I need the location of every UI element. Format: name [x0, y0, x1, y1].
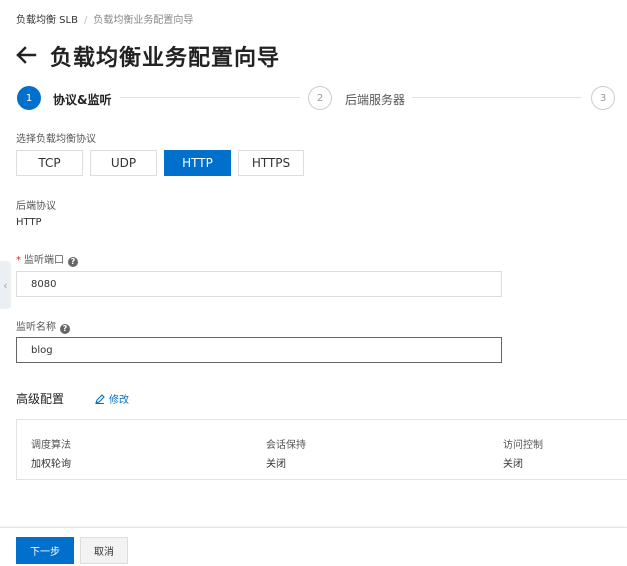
listener-name-label-row: 监听名称?	[16, 318, 70, 334]
page-title: 负载均衡业务配置向导	[50, 46, 281, 71]
question-circle-icon[interactable]: ?	[60, 324, 70, 334]
advanced-edit-link[interactable]: 修改	[95, 391, 129, 406]
protocol-http-button[interactable]: HTTP	[164, 150, 231, 176]
step-1-label: 协议&监听	[53, 93, 112, 107]
next-step-button[interactable]: 下一步	[16, 537, 74, 564]
required-asterisk: *	[16, 255, 21, 266]
protocol-udp-button[interactable]: UDP	[90, 150, 157, 176]
step-2-circle: 2	[308, 86, 332, 110]
protocol-https-button[interactable]: HTTPS	[238, 150, 304, 176]
listen-port-label-row: * 监听端口?	[16, 251, 78, 267]
question-circle-icon[interactable]: ?	[68, 257, 78, 267]
adv-item-value: 关闭	[503, 459, 523, 470]
pencil-icon	[95, 393, 105, 404]
step-3-circle: 3	[591, 86, 615, 110]
backend-protocol-value: HTTP	[16, 217, 42, 228]
adv-item-access-control: 访问控制 关闭	[503, 436, 543, 470]
adv-item-scheduling: 调度算法 加权轮询	[31, 436, 71, 470]
breadcrumb-current: 负载均衡业务配置向导	[93, 15, 194, 26]
cancel-button[interactable]: 取消	[80, 537, 128, 564]
advanced-edit-label: 修改	[109, 395, 129, 406]
chevron-left-icon: ‹	[3, 278, 8, 292]
advanced-config-panel: 调度算法 加权轮询 会话保持 关闭 访问控制 关闭	[16, 419, 627, 480]
breadcrumb-root-link[interactable]: 负载均衡 SLB	[16, 15, 78, 26]
breadcrumb: 负载均衡 SLB / 负载均衡业务配置向导	[16, 11, 193, 26]
adv-item-key: 会话保持	[266, 440, 306, 451]
protocol-label: 选择负载均衡协议	[16, 134, 96, 145]
step-2-label: 后端服务器	[345, 93, 406, 107]
step-connector	[120, 97, 300, 98]
breadcrumb-separator: /	[83, 15, 88, 26]
listener-name-input[interactable]: blog	[16, 337, 502, 363]
listen-port-label: 监听端口	[24, 255, 64, 266]
collapse-handle[interactable]: ‹	[0, 261, 11, 309]
advanced-config-title: 高级配置	[16, 392, 65, 406]
arrow-left-icon[interactable]	[15, 44, 37, 66]
backend-protocol-label: 后端协议	[16, 201, 56, 212]
listener-name-label: 监听名称	[16, 322, 56, 333]
adv-item-session: 会话保持 关闭	[266, 436, 306, 470]
listen-port-input[interactable]: 8080	[16, 271, 502, 297]
adv-item-key: 访问控制	[503, 440, 543, 451]
step-1-circle: 1	[17, 86, 41, 110]
adv-item-value: 关闭	[266, 459, 286, 470]
adv-item-key: 调度算法	[31, 440, 71, 451]
step-connector	[412, 97, 582, 98]
protocol-tcp-button[interactable]: TCP	[16, 150, 83, 176]
adv-item-value: 加权轮询	[31, 459, 71, 470]
